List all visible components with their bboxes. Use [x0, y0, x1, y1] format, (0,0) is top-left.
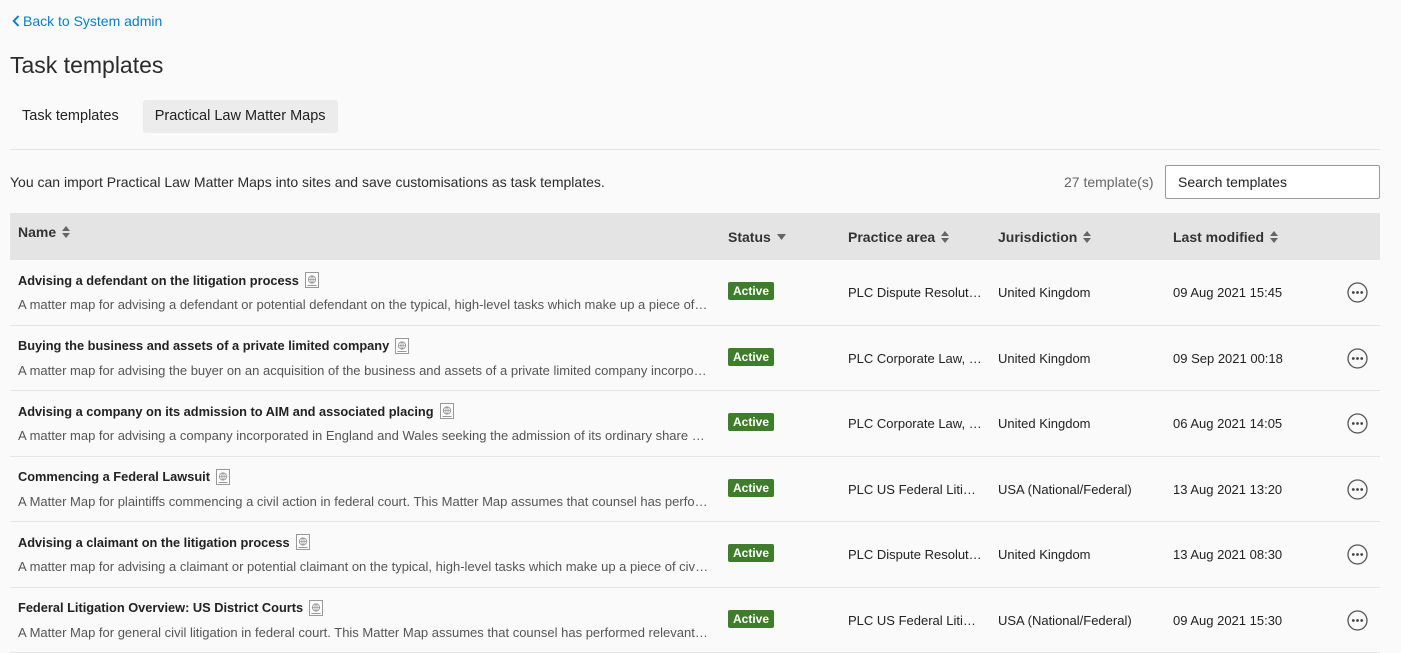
last-modified-cell: 09 Aug 2021 15:45	[1173, 285, 1283, 300]
column-header-name[interactable]: Name	[18, 208, 71, 255]
more-options-icon[interactable]	[1347, 609, 1368, 631]
tab-bar: Task templates Practical Law Matter Maps	[10, 100, 338, 133]
column-header-label: Name	[18, 223, 57, 240]
template-title[interactable]: Buying the business and assets of a priv…	[18, 338, 389, 353]
template-title[interactable]: Commencing a Federal Lawsuit	[18, 469, 210, 484]
table-body: Advising a defendant on the litigation p…	[10, 260, 1380, 653]
column-header-label: Status	[728, 228, 771, 245]
last-modified-cell: 09 Sep 2021 00:18	[1173, 350, 1283, 366]
back-link-label: Back to System admin	[23, 13, 163, 29]
column-header-practice-area[interactable]: Practice area	[848, 213, 950, 260]
template-description: A matter map for advising a company inco…	[18, 428, 710, 443]
practice-area-cell: PLC Corporate Law, PLC Finance	[848, 416, 982, 431]
sort-icon	[1270, 230, 1279, 243]
sort-icon	[1083, 230, 1092, 243]
globe-document-icon	[304, 272, 319, 288]
table-row: Buying the business and assets of a priv…	[10, 325, 1380, 391]
row-title-line: Advising a company on its admission to A…	[18, 403, 454, 419]
status-badge: Active	[728, 609, 775, 628]
status-badge: Active	[728, 413, 775, 431]
status-badge: Active	[728, 347, 775, 366]
table-row: Federal Litigation Overview: US District…	[10, 587, 1380, 653]
status-badge: Active	[728, 478, 775, 497]
template-title[interactable]: Advising a company on its admission to A…	[18, 404, 434, 419]
last-modified-cell: 06 Aug 2021 14:05	[1173, 416, 1283, 431]
globe-document-icon	[439, 403, 454, 419]
practice-area-cell: PLC Corporate Law, PLC Commercial	[848, 350, 982, 366]
column-header-last-modified[interactable]: Last modified	[1173, 213, 1279, 260]
chevron-left-icon	[12, 15, 20, 27]
template-description: A matter map for advising the buyer on a…	[18, 362, 710, 378]
search-input[interactable]	[1165, 165, 1380, 199]
more-options-icon[interactable]	[1347, 478, 1368, 500]
more-options-icon[interactable]	[1347, 544, 1368, 565]
template-count: 27 template(s)	[1064, 174, 1154, 190]
column-header-label: Last modified	[1173, 228, 1265, 245]
jurisdiction-cell: USA (National/Federal)	[998, 481, 1132, 497]
column-header-label: Jurisdiction	[998, 228, 1078, 245]
tab-practical-law-matter-maps[interactable]: Practical Law Matter Maps	[142, 100, 338, 133]
table-row: Advising a company on its admission to A…	[10, 391, 1380, 457]
practice-area-cell: PLC Dispute Resolution	[848, 285, 982, 300]
sort-icon	[941, 230, 950, 243]
status-badge: Active	[728, 282, 775, 300]
template-description: A matter map for advising a claimant or …	[18, 559, 710, 574]
templates-table: Name Status Practice area Jurisdiction L…	[10, 213, 1380, 653]
globe-document-icon	[216, 468, 230, 485]
column-header-status[interactable]: Status	[728, 213, 786, 260]
last-modified-cell: 13 Aug 2021 13:20	[1173, 481, 1283, 497]
practice-area-cell: PLC Dispute Resolution	[848, 547, 982, 562]
page-title: Task templates	[10, 52, 164, 78]
table-row: Advising a claimant on the litigation pr…	[10, 522, 1380, 588]
practice-area-cell: PLC US Federal Litigation	[848, 612, 982, 628]
globe-document-icon	[309, 599, 324, 616]
tab-task-templates[interactable]: Task templates	[10, 100, 131, 133]
jurisdiction-cell: United Kingdom	[998, 350, 1091, 366]
template-description: A Matter Map for general civil litigatio…	[18, 624, 710, 640]
sort-icon	[62, 225, 71, 238]
more-options-icon[interactable]	[1347, 413, 1368, 434]
column-header-jurisdiction[interactable]: Jurisdiction	[998, 213, 1092, 260]
template-title[interactable]: Federal Litigation Overview: US District…	[18, 600, 303, 615]
jurisdiction-cell: United Kingdom	[998, 416, 1091, 431]
more-options-icon[interactable]	[1347, 347, 1368, 369]
intro-text: You can import Practical Law Matter Maps…	[10, 174, 605, 190]
caret-down-icon	[776, 233, 786, 240]
row-title-line: Commencing a Federal Lawsuit	[18, 468, 230, 485]
last-modified-cell: 09 Aug 2021 15:30	[1173, 612, 1283, 628]
column-header-label: Practice area	[848, 228, 936, 245]
template-description: A matter map for advising a defendant or…	[18, 297, 710, 312]
jurisdiction-cell: United Kingdom	[998, 285, 1091, 300]
more-options-icon[interactable]	[1347, 282, 1368, 303]
template-title[interactable]: Advising a defendant on the litigation p…	[18, 273, 299, 288]
back-to-system-admin-link[interactable]: Back to System admin	[12, 13, 162, 29]
jurisdiction-cell: United Kingdom	[998, 547, 1091, 562]
table-row: Commencing a Federal Lawsuit A Matter Ma…	[10, 456, 1380, 522]
template-title[interactable]: Advising a claimant on the litigation pr…	[18, 535, 290, 550]
divider	[10, 149, 1380, 150]
row-title-line: Advising a claimant on the litigation pr…	[18, 534, 310, 550]
table-row: Advising a defendant on the litigation p…	[10, 260, 1380, 326]
table-header: Name Status Practice area Jurisdiction L…	[10, 213, 1380, 260]
template-description: A Matter Map for plaintiffs commencing a…	[18, 493, 710, 509]
jurisdiction-cell: USA (National/Federal)	[998, 612, 1132, 628]
status-badge: Active	[728, 544, 775, 562]
row-title-line: Federal Litigation Overview: US District…	[18, 599, 324, 616]
row-title-line: Buying the business and assets of a priv…	[18, 337, 410, 354]
row-title-line: Advising a defendant on the litigation p…	[18, 272, 319, 288]
practice-area-cell: PLC US Federal Litigation	[848, 481, 982, 497]
globe-document-icon	[295, 534, 310, 550]
globe-document-icon	[395, 337, 410, 354]
last-modified-cell: 13 Aug 2021 08:30	[1173, 547, 1283, 562]
